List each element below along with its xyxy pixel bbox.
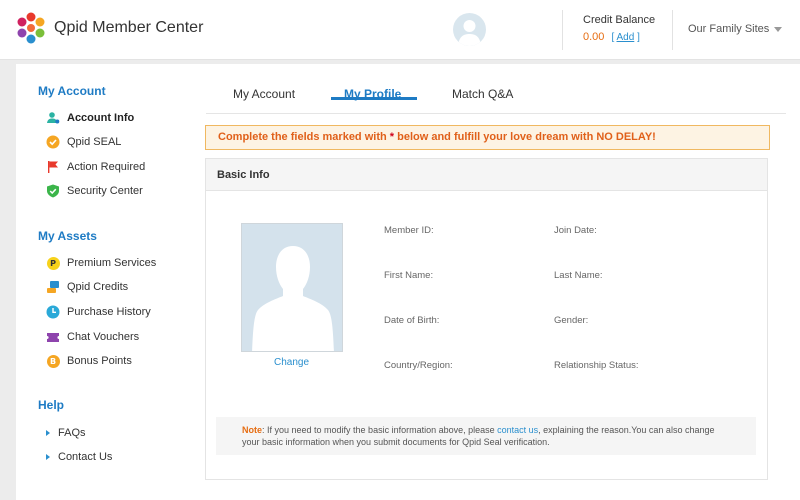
sidebar-item-label: Qpid Credits <box>67 281 129 293</box>
change-photo-link[interactable]: Change <box>274 357 309 368</box>
family-sites-dropdown[interactable]: Our Family Sites <box>688 23 769 35</box>
credit-add-label[interactable]: Add <box>617 32 635 43</box>
alert-text-before: Complete the fields marked with <box>218 131 390 143</box>
triangle-right-icon <box>46 454 50 460</box>
bonus-icon: B <box>46 354 60 368</box>
clock-icon <box>46 305 60 319</box>
sidebar-item-label: Bonus Points <box>67 355 132 367</box>
header-divider <box>672 10 673 50</box>
profile-tabs: My Account My Profile Match Q&A <box>206 78 786 114</box>
credit-balance-title: Credit Balance <box>583 14 656 26</box>
sidebar-item-qpid-credits[interactable]: Qpid Credits <box>46 279 128 295</box>
top-header: Qpid Member Center Credit Balance 0.00 [… <box>0 0 800 60</box>
sidebar-item-chat-vouchers[interactable]: Chat Vouchers <box>46 329 139 345</box>
credit-add-link[interactable]: [ Add ] <box>611 32 639 43</box>
active-tab-indicator <box>331 97 417 100</box>
panel-title: Basic Info <box>206 159 767 191</box>
alert-banner: Complete the fields marked with * below … <box>205 125 770 150</box>
header-divider <box>562 10 563 50</box>
shield-icon <box>46 184 60 198</box>
contact-us-link[interactable]: contact us <box>497 425 538 435</box>
sidebar-item-qpid-seal[interactable]: Qpid SEAL <box>46 134 121 150</box>
note-text: , explaining the reason.You can also cha… <box>538 425 715 435</box>
sidebar-item-premium-services[interactable]: P Premium Services <box>46 255 156 271</box>
sidebar-item-action-required[interactable]: Action Required <box>46 159 145 175</box>
note-text: : If you need to modify the basic inform… <box>262 425 498 435</box>
note-label: Note <box>242 425 262 435</box>
alert-text-after: below and fulfill your love dream with N… <box>394 131 656 143</box>
credit-balance-row: 0.00 [ Add ] <box>583 31 640 43</box>
sidebar-item-label: Chat Vouchers <box>67 331 140 343</box>
label-date-of-birth: Date of Birth: <box>384 315 440 326</box>
sidebar-link-contact-us[interactable]: Contact Us <box>46 449 112 465</box>
profile-photo[interactable] <box>241 223 343 352</box>
tab-my-account[interactable]: My Account <box>233 87 295 101</box>
premium-icon: P <box>46 256 60 270</box>
sidebar-item-account-info[interactable]: Account Info <box>46 110 134 126</box>
sidebar-item-label: Premium Services <box>67 257 157 269</box>
sidebar-item-label: Action Required <box>67 161 146 173</box>
basic-info-panel: Basic Info Change Member ID: Join Date: … <box>205 158 768 480</box>
brand-title: Qpid Member Center <box>54 19 204 36</box>
user-icon <box>46 111 60 125</box>
triangle-right-icon <box>46 430 50 436</box>
flag-icon <box>46 160 60 174</box>
avatar-silhouette-icon <box>458 20 481 46</box>
label-member-id: Member ID: <box>384 225 434 236</box>
sidebar-item-security-center[interactable]: Security Center <box>46 183 143 199</box>
sidebar-link-label: Contact Us <box>58 451 113 463</box>
label-join-date: Join Date: <box>554 225 597 236</box>
credits-icon <box>46 280 60 294</box>
label-relationship-status: Relationship Status: <box>554 360 639 371</box>
sidebar-item-purchase-history[interactable]: Purchase History <box>46 304 151 320</box>
sidebar-item-label: Security Center <box>67 185 143 197</box>
sidebar-title-my-assets: My Assets <box>38 229 97 243</box>
note-box: Note: If you need to modify the basic in… <box>216 417 756 455</box>
sidebar-item-bonus-points[interactable]: B Bonus Points <box>46 353 132 369</box>
label-first-name: First Name: <box>384 270 434 281</box>
sidebar-link-faqs[interactable]: FAQs <box>46 425 86 441</box>
person-silhouette-icon <box>252 246 334 351</box>
tab-match-qa[interactable]: Match Q&A <box>452 87 513 101</box>
main-container: My Account Account Info Qpid SEAL Action… <box>16 64 800 500</box>
chevron-down-icon[interactable] <box>774 27 782 32</box>
label-gender: Gender: <box>554 315 589 326</box>
sidebar-item-label: Purchase History <box>67 306 151 318</box>
credit-balance-value: 0.00 <box>583 31 605 43</box>
note-text: your basic information when you submit d… <box>242 437 550 447</box>
qpid-logo-icon[interactable] <box>16 12 46 46</box>
sidebar-title-my-account: My Account <box>38 84 106 98</box>
label-last-name: Last Name: <box>554 270 603 281</box>
sidebar-link-label: FAQs <box>58 427 86 439</box>
sidebar-title-help: Help <box>38 398 65 412</box>
user-avatar[interactable] <box>453 13 486 46</box>
label-country-region: Country/Region: <box>384 360 453 371</box>
voucher-icon <box>46 330 60 344</box>
seal-icon <box>46 135 60 149</box>
sidebar-item-label: Qpid SEAL <box>67 136 122 148</box>
sidebar-item-label: Account Info <box>67 112 135 124</box>
